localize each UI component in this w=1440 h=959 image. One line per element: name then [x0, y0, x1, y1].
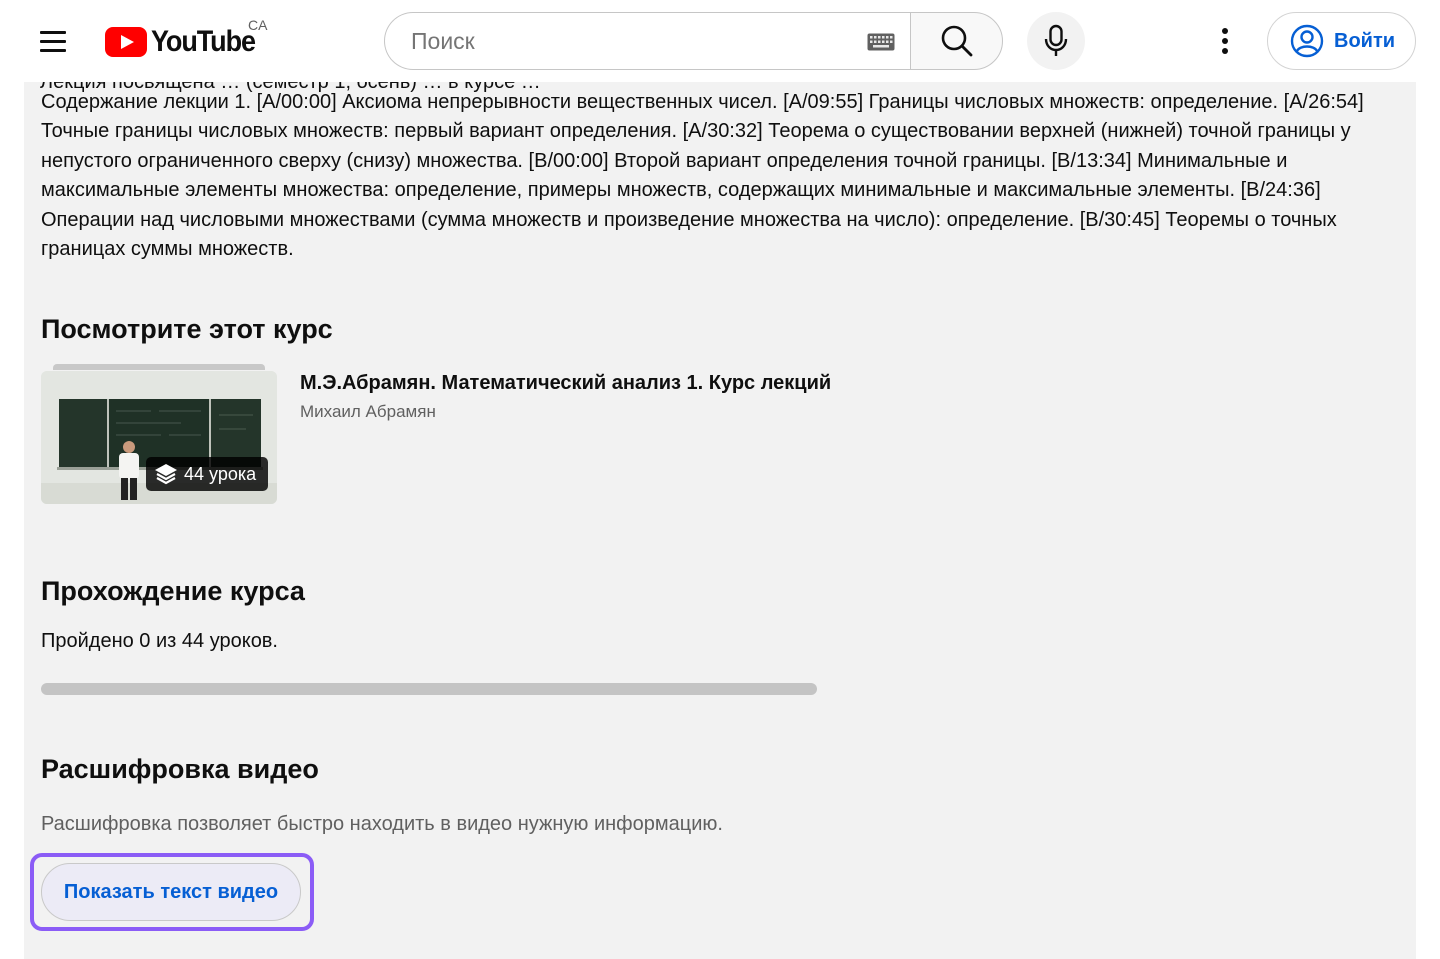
show-transcript-button[interactable]: Показать текст видео: [41, 863, 301, 921]
progress-status-text: Пройдено 0 из 44 уроков.: [41, 630, 278, 652]
search-input[interactable]: [409, 26, 839, 56]
logo-wordmark: YouTube: [151, 25, 256, 58]
search-button[interactable]: [910, 12, 1003, 70]
description-panel: Лекция посвящена … (семестр 1, осень) … …: [24, 82, 1416, 959]
more-options-button[interactable]: [1200, 16, 1250, 66]
lessons-count-label: 44 урока: [184, 463, 257, 484]
course-progress-bar: [41, 683, 817, 695]
playlist-stack-icon: [155, 464, 177, 485]
signin-button[interactable]: Войти: [1267, 12, 1416, 70]
course-thumbnail-image: 44 урока: [41, 371, 277, 504]
search-icon: [941, 25, 972, 57]
show-transcript-label: Показать текст видео: [63, 880, 279, 903]
youtube-play-icon: [105, 27, 147, 57]
microphone-icon: [1044, 24, 1068, 56]
search-box: [384, 12, 911, 70]
keyboard-icon[interactable]: [867, 33, 895, 51]
more-vertical-icon: [1222, 28, 1228, 54]
top-bar: YouTube CA Поиск Войти: [0, 0, 1440, 82]
course-thumbnail[interactable]: 44 урока: [41, 364, 277, 504]
voice-search-button[interactable]: [1027, 12, 1085, 70]
course-title[interactable]: М.Э.Абрамян. Математический анализ 1. Ку…: [300, 372, 831, 395]
signin-label: Войти: [1334, 29, 1396, 52]
course-author[interactable]: Михаил Абрамян: [300, 402, 436, 422]
lessons-count-badge: 44 урока: [146, 457, 269, 491]
transcript-section-title: Расшифровка видео: [41, 754, 319, 784]
video-description: Содержание лекции 1. [A/00:00] Аксиома н…: [41, 91, 1364, 261]
hamburger-menu-icon[interactable]: [32, 20, 74, 62]
playlist-stack-edge: [53, 364, 265, 370]
progress-section-title: Прохождение курса: [41, 576, 305, 606]
transcript-description: Расшифровка позволяет быстро находить в …: [41, 813, 723, 835]
account-circle-icon: [1290, 24, 1324, 58]
region-code: CA: [248, 17, 268, 33]
course-section-title: Посмотрите этот курс: [41, 314, 333, 344]
youtube-logo[interactable]: YouTube: [105, 22, 266, 62]
